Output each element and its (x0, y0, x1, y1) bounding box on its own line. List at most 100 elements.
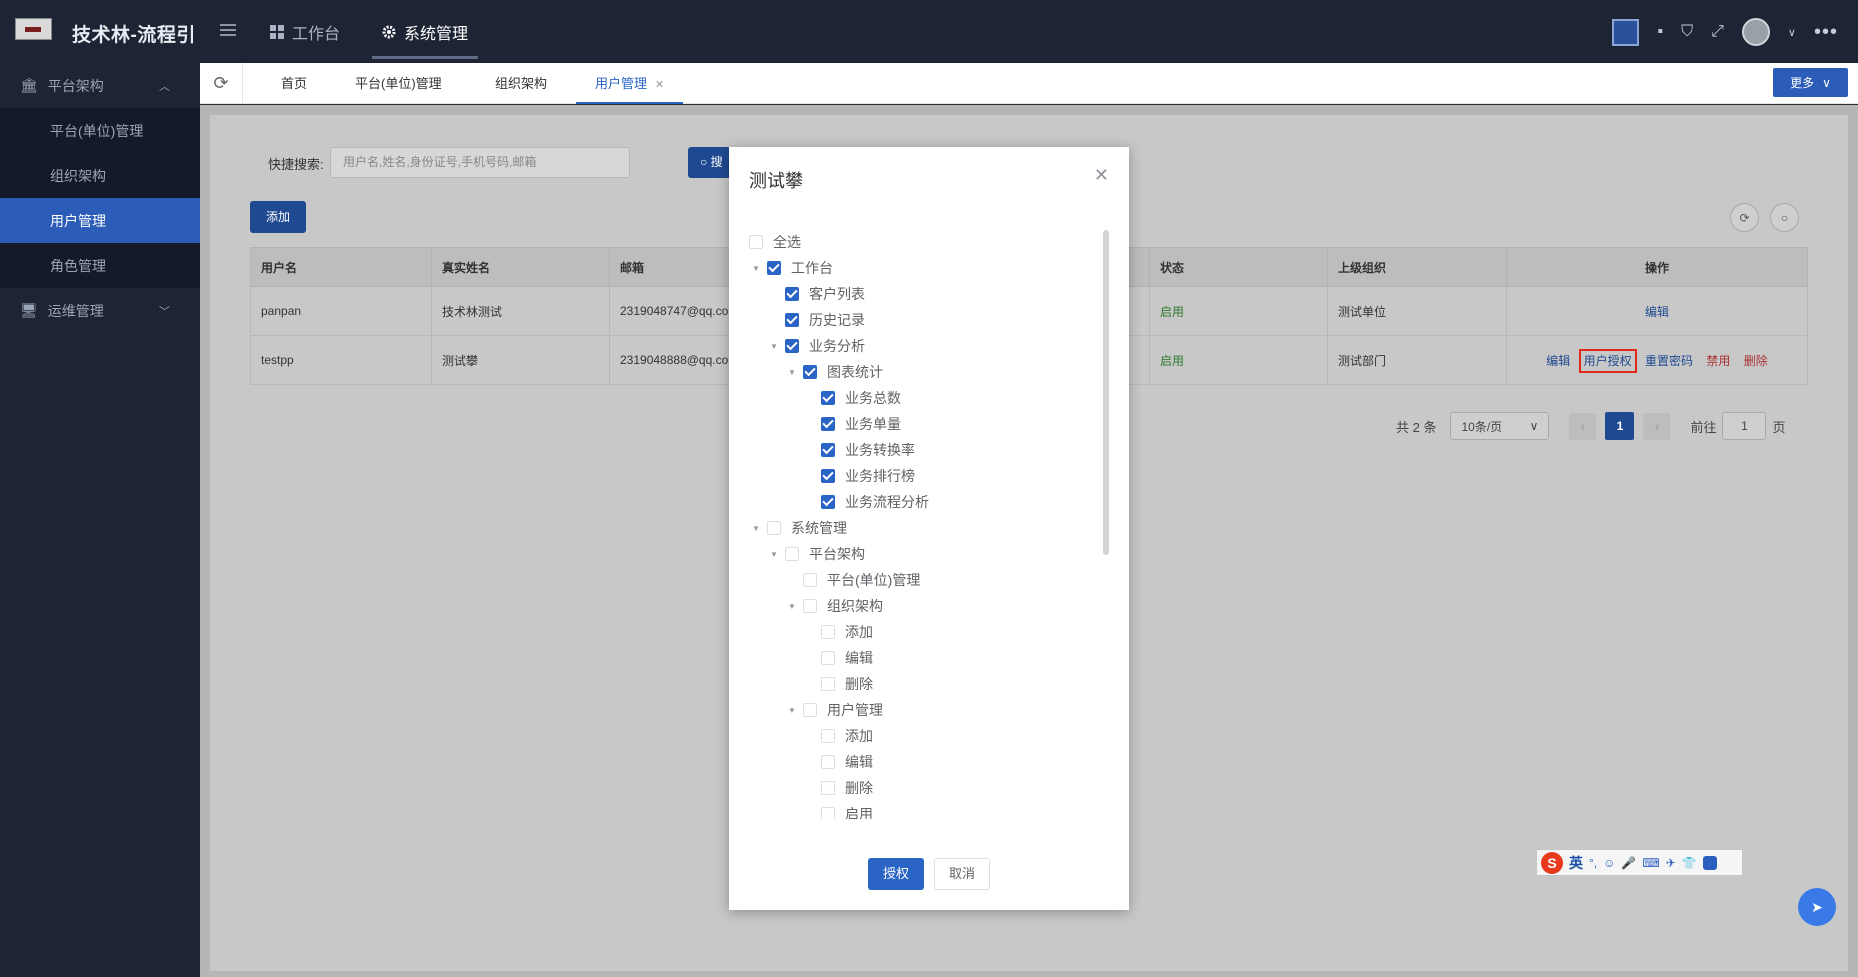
send-icon[interactable]: ➤ (1798, 888, 1836, 926)
search-toggle-icon[interactable]: ○ (1770, 203, 1799, 232)
notification-box-icon[interactable] (1612, 18, 1640, 46)
caret-down-icon[interactable]: ▼ (767, 342, 781, 351)
checkbox[interactable] (785, 287, 799, 301)
add-button[interactable]: 添加 (250, 201, 306, 233)
checkbox[interactable] (821, 495, 835, 509)
skin-shirt-icon[interactable]: 👕 (1682, 856, 1697, 870)
checkbox[interactable] (749, 235, 763, 249)
checkbox[interactable] (821, 625, 835, 639)
tree-node[interactable]: 业务排行榜 (749, 463, 1079, 489)
user-authorize-link[interactable]: 用户授权 (1578, 348, 1637, 373)
reset-password-link[interactable]: 重置密码 (1645, 354, 1693, 368)
menu-fold-icon[interactable] (220, 24, 236, 38)
tree-node[interactable]: 删除 (749, 775, 1079, 801)
authorize-button[interactable]: 授权 (868, 858, 924, 890)
checkbox[interactable] (821, 781, 835, 795)
sidebar-item-roles[interactable]: 角色管理 (0, 243, 200, 288)
delete-link[interactable]: 删除 (1744, 354, 1768, 368)
tree-node[interactable]: 平台(单位)管理 (749, 567, 1079, 593)
caret-down-icon[interactable]: ▼ (785, 706, 799, 715)
checkbox[interactable] (821, 677, 835, 691)
page-size-select[interactable]: 10条/页 ∨ (1450, 412, 1550, 440)
top-nav-workbench[interactable]: 工作台 (270, 0, 340, 63)
select-all-checkbox[interactable]: 全选 (749, 229, 1079, 255)
tree-node[interactable]: ▼ 平台架构 (749, 541, 1079, 567)
sidebar-item-org[interactable]: 组织架构 (0, 153, 200, 198)
message-icon[interactable]: ▪ (1657, 23, 1663, 41)
checkbox[interactable] (803, 703, 817, 717)
goto-page-input[interactable]: 1 (1722, 412, 1767, 440)
tree-node[interactable]: ▼ 系统管理 (749, 515, 1079, 541)
sidebar-group-ops[interactable]: 🖥 运维管理 ﹀ (0, 288, 200, 333)
tools-icon[interactable]: ✈ (1666, 856, 1676, 870)
tree-node[interactable]: ▼ 业务分析 (749, 333, 1079, 359)
checkbox[interactable] (785, 339, 799, 353)
tree-node[interactable]: ▼ 组织架构 (749, 593, 1079, 619)
caret-down-icon[interactable]: ▼ (785, 368, 799, 377)
edit-link[interactable]: 编辑 (1645, 305, 1669, 319)
avatar[interactable] (1741, 18, 1770, 46)
chevron-down-icon[interactable]: ∨ (1788, 26, 1796, 39)
tree-node[interactable]: 客户列表 (749, 281, 1079, 307)
tree-node[interactable]: ▼ 用户管理 (749, 697, 1079, 723)
cancel-button[interactable]: 取消 (934, 858, 990, 890)
checkbox[interactable] (821, 651, 835, 665)
tree-node[interactable]: 历史记录 (749, 307, 1079, 333)
close-icon[interactable]: ✕ (1094, 165, 1109, 186)
tab-home[interactable]: 首页 (281, 63, 307, 104)
caret-down-icon[interactable]: ▼ (749, 264, 763, 273)
tree-node[interactable]: ▼ 图表统计 (749, 359, 1079, 385)
checkbox[interactable] (785, 547, 799, 561)
tree-node[interactable]: 启用 (749, 801, 1079, 819)
tree-node[interactable]: 添加 (749, 619, 1079, 645)
scrollbar[interactable] (1103, 230, 1109, 555)
tree-node[interactable]: 添加 (749, 723, 1079, 749)
microphone-icon[interactable]: 🎤 (1621, 856, 1636, 870)
refresh-table-icon[interactable]: ⟳ (1730, 203, 1759, 232)
checkbox[interactable] (821, 443, 835, 457)
prev-page-icon[interactable]: ‹ (1569, 412, 1597, 440)
checkbox[interactable] (821, 417, 835, 431)
caret-down-icon[interactable]: ▼ (749, 524, 763, 533)
tree-node[interactable]: 编辑 (749, 645, 1079, 671)
tab-platform-unit[interactable]: 平台(单位)管理 (355, 63, 442, 104)
next-page-icon[interactable]: › (1643, 412, 1671, 440)
caret-down-icon[interactable]: ▼ (767, 550, 781, 559)
grid-icon[interactable] (1702, 855, 1717, 870)
tree-node[interactable]: ▼ 工作台 (749, 255, 1079, 281)
close-icon[interactable]: ✕ (655, 79, 664, 91)
checkbox[interactable] (821, 755, 835, 769)
sogou-logo-icon[interactable]: S (1541, 851, 1563, 874)
page-number-current[interactable]: 1 (1605, 412, 1635, 440)
refresh-icon[interactable]: ⟳ (200, 63, 243, 104)
sidebar-group-platform[interactable]: 🏛 平台架构 ︿ (0, 63, 200, 108)
tree-node[interactable]: 业务总数 (749, 385, 1079, 411)
more-button[interactable]: 更多 ∨ (1773, 68, 1848, 97)
checkbox[interactable] (767, 261, 781, 275)
caret-down-icon[interactable]: ▼ (785, 602, 799, 611)
tree-node[interactable]: 业务流程分析 (749, 489, 1079, 515)
fullscreen-icon[interactable]: ⤢ (1711, 23, 1724, 41)
tree-node[interactable]: 业务单量 (749, 411, 1079, 437)
checkbox[interactable] (803, 599, 817, 613)
disable-link[interactable]: 禁用 (1706, 354, 1730, 368)
sidebar-item-platform-unit[interactable]: 平台(单位)管理 (0, 108, 200, 153)
checkbox[interactable] (803, 365, 817, 379)
ime-lang[interactable]: 英 (1569, 853, 1583, 873)
tab-org[interactable]: 组织架构 (495, 63, 547, 104)
sidebar-item-users[interactable]: 用户管理 (0, 198, 200, 243)
punctuation-icon[interactable]: °, (1589, 856, 1597, 870)
emoji-icon[interactable]: ☺ (1603, 856, 1615, 870)
keyboard-icon[interactable]: ⌨ (1642, 856, 1659, 870)
search-input[interactable]: 用户名,姓名,身份证号,手机号码,邮箱 (330, 147, 630, 178)
tree-node[interactable]: 删除 (749, 671, 1079, 697)
tree-node[interactable]: 编辑 (749, 749, 1079, 775)
more-dots-icon[interactable]: ••• (1814, 21, 1838, 44)
edit-link[interactable]: 编辑 (1546, 354, 1570, 368)
checkbox[interactable] (821, 807, 835, 819)
tab-users[interactable]: 用户管理 ✕ (576, 63, 684, 104)
checkbox[interactable] (767, 521, 781, 535)
top-nav-system[interactable]: 系统管理 (371, 0, 479, 63)
theme-shirt-icon[interactable]: ⛉ (1681, 23, 1693, 41)
checkbox[interactable] (821, 729, 835, 743)
